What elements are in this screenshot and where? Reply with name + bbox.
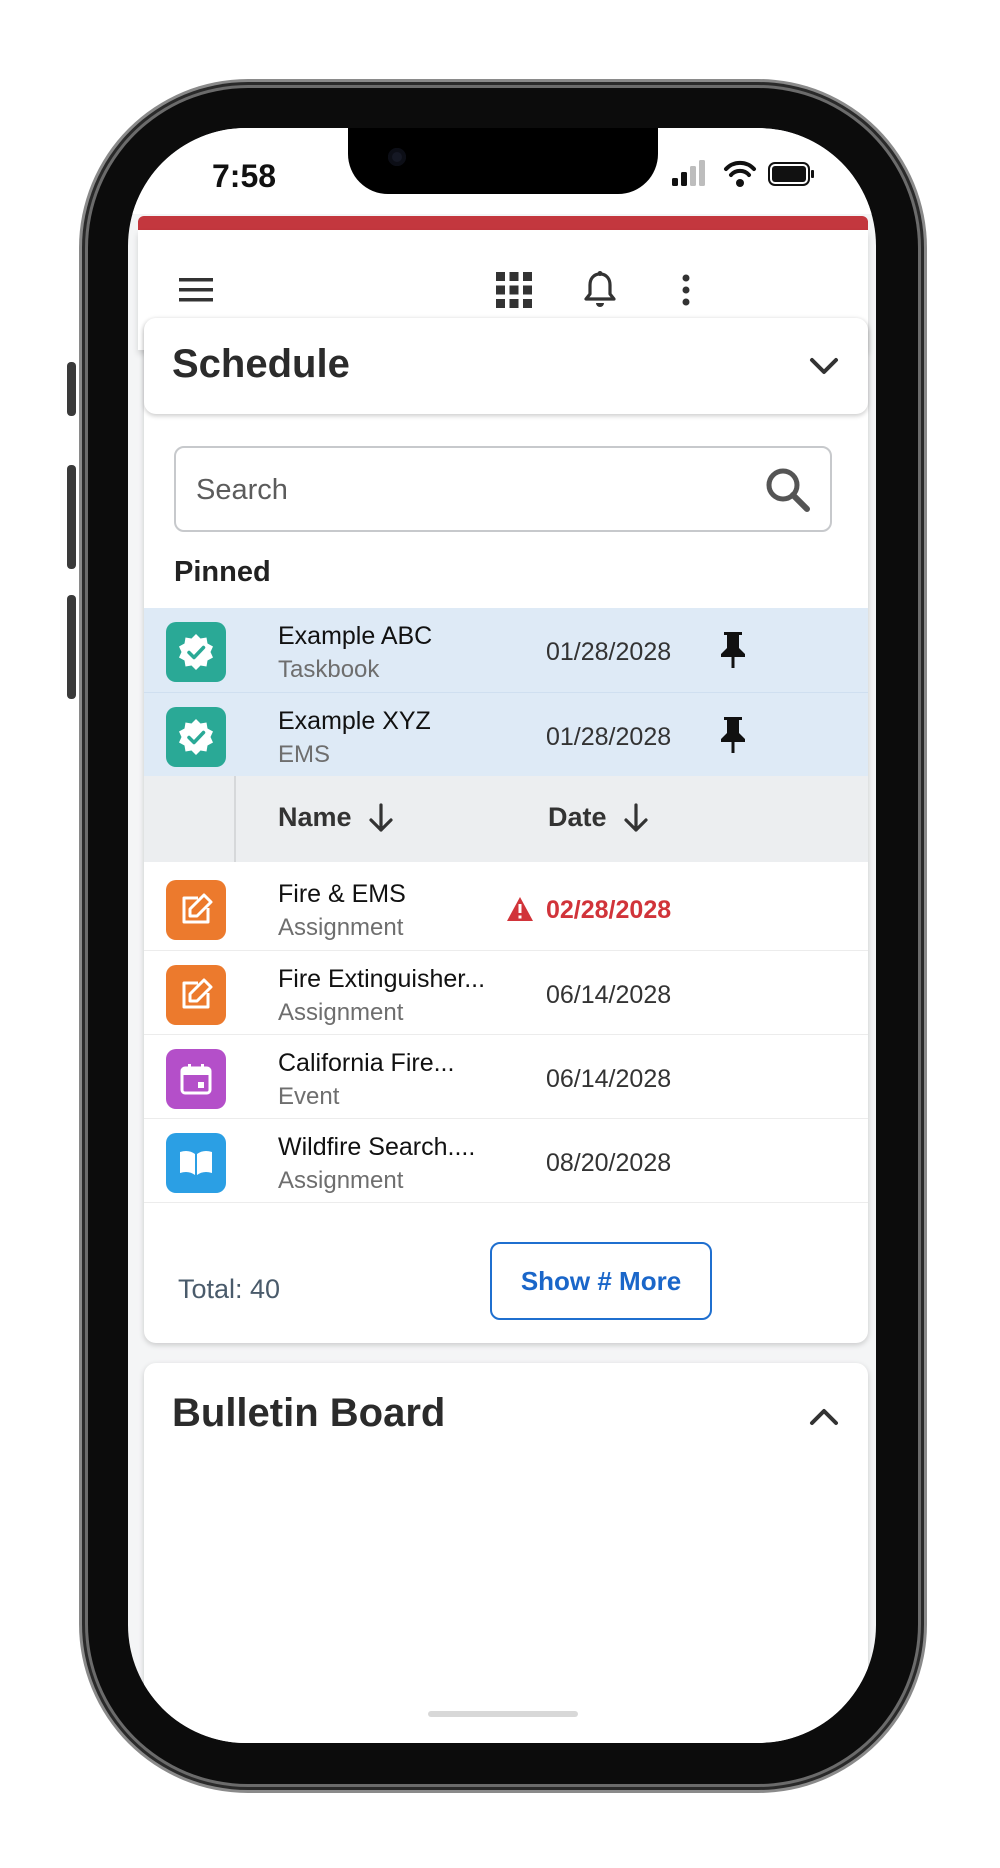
item-name: Example ABC xyxy=(278,622,433,650)
pin-icon[interactable] xyxy=(718,715,748,755)
apps-button[interactable] xyxy=(484,260,544,320)
schedule-item-row[interactable]: Fire & EMS Assignment 02/28/2028 xyxy=(144,866,868,950)
sort-by-date[interactable]: Date xyxy=(548,802,649,833)
item-name: Wildfire Search.... xyxy=(278,1133,476,1161)
item-name: Example XYZ xyxy=(278,707,431,735)
home-indicator xyxy=(428,1711,578,1717)
item-type: Taskbook xyxy=(278,656,380,683)
row-divider xyxy=(144,1202,868,1203)
arrow-down-icon xyxy=(623,802,648,832)
brand-accent-bar xyxy=(138,216,868,230)
edit-icon xyxy=(182,978,213,1009)
item-name: California Fire... xyxy=(278,1049,455,1077)
item-type: Assignment xyxy=(278,999,404,1026)
total-count: Total: 40 xyxy=(178,1274,281,1304)
phone-screen: 7:58 Schedule Search Pinned Example ABC … xyxy=(128,128,876,1743)
item-type: EMS xyxy=(278,741,331,768)
search-icon[interactable] xyxy=(762,464,814,516)
bell-icon xyxy=(584,271,616,307)
search-input[interactable] xyxy=(194,466,738,514)
calendar-icon xyxy=(180,1064,212,1095)
wifi-icon xyxy=(724,160,756,187)
battery-icon xyxy=(768,162,814,186)
volume-down-button xyxy=(67,595,76,699)
hamburger-icon xyxy=(179,278,213,302)
volume-up-button xyxy=(67,465,76,569)
column-divider xyxy=(234,776,236,862)
search-box xyxy=(174,446,832,532)
item-type-badge xyxy=(166,1133,226,1193)
item-type-badge xyxy=(166,707,226,767)
pinned-row[interactable]: Example XYZ EMS 01/28/2028 xyxy=(144,692,868,777)
column-name-label: Name xyxy=(278,802,352,832)
status-time: 7:58 xyxy=(212,158,277,194)
cellular-signal-icon xyxy=(672,160,705,186)
camera-notch xyxy=(348,128,658,194)
schedule-item-row[interactable]: Fire Extinguisher... Assignment 06/14/20… xyxy=(144,951,868,1035)
warning-icon xyxy=(507,897,533,921)
show-more-button[interactable]: Show # More xyxy=(490,1242,712,1320)
item-date: 01/28/2028 xyxy=(546,638,672,666)
sort-by-name[interactable]: Name xyxy=(278,802,394,833)
pinned-row[interactable]: Example ABC Taskbook 01/28/2028 xyxy=(144,608,868,692)
item-name: Fire & EMS xyxy=(278,880,406,908)
item-date: 08/20/2028 xyxy=(546,1149,672,1177)
pin-icon[interactable] xyxy=(718,630,748,670)
item-type-badge xyxy=(166,1049,226,1109)
pinned-heading: Pinned xyxy=(174,556,271,588)
item-type: Event xyxy=(278,1083,340,1110)
schedule-item-row[interactable]: Wildfire Search.... Assignment 08/20/202… xyxy=(144,1119,868,1203)
notifications-button[interactable] xyxy=(570,260,630,320)
item-date: 06/14/2028 xyxy=(546,981,672,1009)
more-vertical-icon xyxy=(682,274,690,306)
item-date: 06/14/2028 xyxy=(546,1065,672,1093)
item-type: Assignment xyxy=(278,914,404,941)
schedule-title: Schedule xyxy=(172,342,350,386)
chevron-up-icon[interactable] xyxy=(802,1395,846,1439)
column-date-label: Date xyxy=(548,802,607,832)
apps-grid-icon xyxy=(496,272,532,308)
item-date-overdue: 02/28/2028 xyxy=(546,896,672,924)
badge-check-icon xyxy=(179,719,213,755)
schedule-item-row[interactable]: California Fire... Event 06/14/2028 xyxy=(144,1035,868,1119)
item-type-badge xyxy=(166,965,226,1025)
bulletin-board-card[interactable]: Bulletin Board xyxy=(144,1363,868,1743)
item-date: 01/28/2028 xyxy=(546,723,672,751)
item-type-badge xyxy=(166,622,226,682)
menu-button[interactable] xyxy=(166,260,226,320)
item-type-badge xyxy=(166,880,226,940)
status-icons xyxy=(672,160,814,187)
front-camera xyxy=(388,148,406,166)
overflow-menu-button[interactable] xyxy=(656,260,716,320)
schedule-header[interactable]: Schedule xyxy=(144,318,868,414)
item-name: Fire Extinguisher... xyxy=(278,965,486,993)
chevron-down-icon[interactable] xyxy=(802,344,846,388)
bulletin-board-title: Bulletin Board xyxy=(172,1391,446,1435)
book-icon xyxy=(180,1150,212,1175)
silent-switch xyxy=(67,362,76,416)
item-type: Assignment xyxy=(278,1167,404,1194)
arrow-down-icon xyxy=(368,802,393,832)
badge-check-icon xyxy=(179,634,213,670)
column-header-row: Name Date xyxy=(144,776,868,862)
edit-icon xyxy=(182,893,213,924)
